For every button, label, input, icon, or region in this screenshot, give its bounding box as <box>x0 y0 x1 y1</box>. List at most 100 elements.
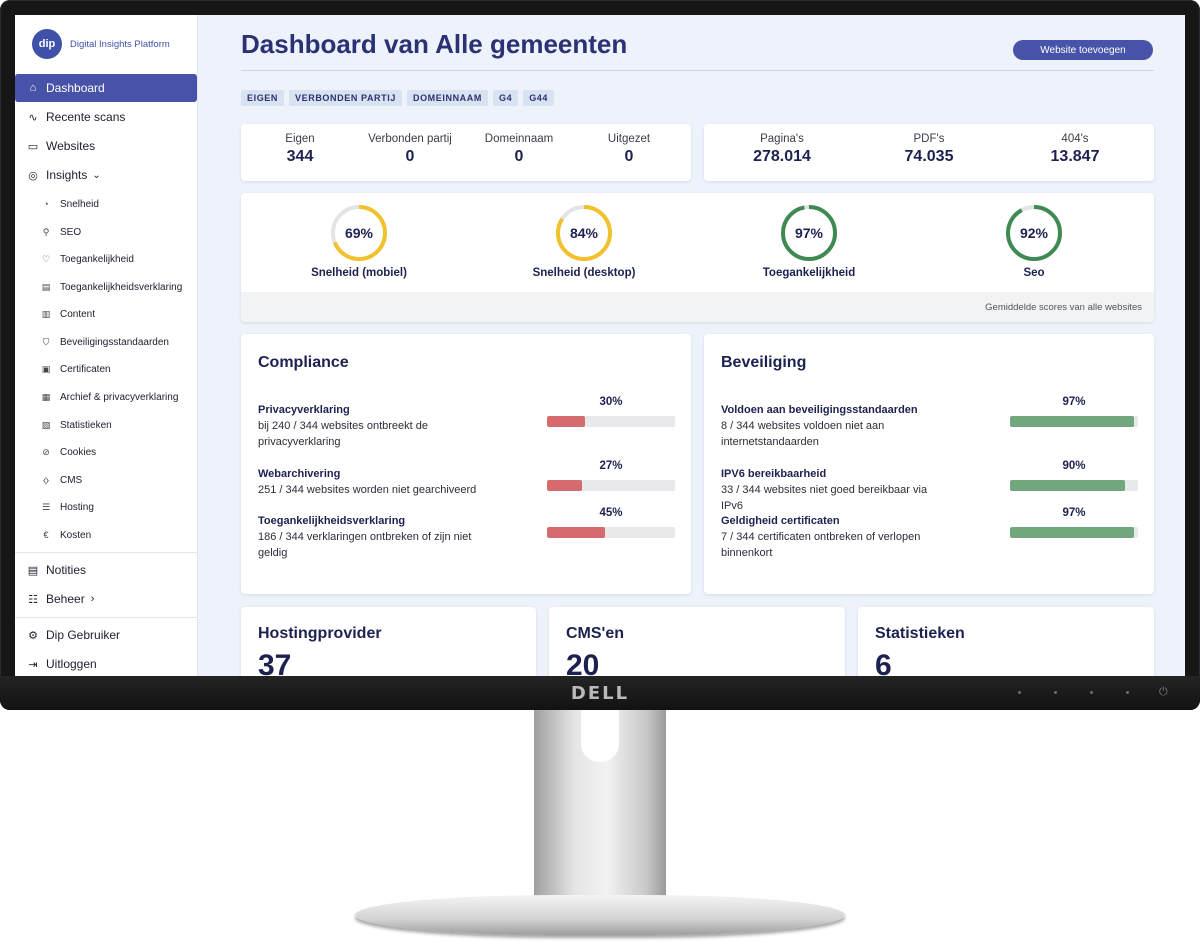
monitor-button-indicator <box>1126 691 1129 694</box>
power-icon: ⏻ <box>1159 686 1168 698</box>
stat-label: Eigen <box>285 133 315 145</box>
security-metric: Geldigheid certificaten 7 / 344 certific… <box>721 507 1151 561</box>
code-icon: ⧼⧽ <box>42 474 50 485</box>
sidebar-item-toegankelijkheid[interactable]: ♡ Toegankelijkheid <box>15 248 197 270</box>
tag-domeinnaam[interactable]: DOMEINNAAM <box>406 90 488 106</box>
statistics-card[interactable]: Statistieken 6 <box>858 607 1154 676</box>
sidebar-item-certificaten[interactable]: ▣ Certificaten <box>15 358 197 380</box>
sidebar-item-seo[interactable]: ⚲ SEO <box>15 221 197 243</box>
progress-fill <box>547 527 605 538</box>
sidebar-divider <box>15 617 197 618</box>
sidebar-item-cookies[interactable]: ⊘ Cookies <box>15 441 197 463</box>
euro-icon: € <box>43 530 49 540</box>
tag-eigen[interactable]: EIGEN <box>241 90 285 106</box>
sidebar-item-label: Statistieken <box>60 419 112 431</box>
scores-footer: Gemiddelde scores van alle websites <box>241 292 1154 322</box>
tag-g44[interactable]: G44 <box>523 90 554 106</box>
metric-percent: 45% <box>599 507 623 519</box>
progress-fill <box>1010 527 1135 538</box>
sidebar-item-beveiligingsstandaarden[interactable]: ⛉ Beveiligingsstandaarden <box>15 331 197 353</box>
sidebar-item-logout[interactable]: ⇥ Uitloggen <box>15 650 197 676</box>
sidebar-item-label: Archief & privacyverklaring <box>60 391 179 403</box>
progress-fill <box>547 416 586 427</box>
metric-percent: 97% <box>1062 396 1086 408</box>
shield-icon: ⛉ <box>42 336 50 347</box>
sidebar-item-dashboard[interactable]: ⌂ Dashboard <box>15 74 197 102</box>
monitor-button-indicator <box>1054 691 1057 694</box>
notes-icon: ▤ <box>27 564 39 577</box>
search-icon: ⚲ <box>42 226 50 237</box>
scores-footnote: Gemiddelde scores van alle websites <box>985 302 1142 313</box>
security-title: Beveiliging <box>721 354 807 371</box>
brand-logo: dip <box>32 29 62 59</box>
sidebar-item-label: Toegankelijkheidsverklaring <box>60 281 183 293</box>
activity-icon: ∿ <box>28 111 38 124</box>
score-label: Toegankelijkheid <box>762 267 856 279</box>
sidebar-item-beheer[interactable]: ☷ Beheer › <box>15 585 197 613</box>
score-percent: 92% <box>1020 225 1049 241</box>
stat-eigen: Eigen 344 <box>245 133 355 166</box>
brand[interactable]: dip Digital Insights Platform <box>32 29 170 59</box>
sidebar-item-insights[interactable]: ◎ Insights ⌄ <box>15 161 197 189</box>
score-gauge: 97% Toegankelijkheid <box>729 203 889 279</box>
metric-percent: 90% <box>1062 460 1086 472</box>
chart-icon: ▧ <box>41 419 51 430</box>
sidebar-item-content[interactable]: ▥ Content <box>15 303 197 325</box>
metric-description: 33 / 344 websites niet goed bereikbaar v… <box>721 484 928 512</box>
stat-value: 13.847 <box>1050 148 1100 165</box>
score-gauge: 69% Snelheid (mobiel) <box>279 203 439 279</box>
hosting-provider-card[interactable]: Hostingprovider 37 <box>241 607 536 676</box>
cookie-icon: ⊘ <box>42 446 50 457</box>
sidebar-item-kosten[interactable]: € Kosten <box>15 524 197 546</box>
sidebar-item-hosting[interactable]: ☰ Hosting <box>15 496 197 518</box>
score-ring: 97% <box>781 205 837 261</box>
stat-label: Domeinnaam <box>484 133 554 145</box>
sidebar-item-statistieken[interactable]: ▧ Statistieken <box>15 414 197 436</box>
sidebar-item-user[interactable]: ⚙ Dip Gebruiker <box>15 621 197 649</box>
metric-description: 251 / 344 websites worden niet gearchive… <box>258 484 477 496</box>
sidebar-item-label: Toegankelijkheid <box>60 253 134 265</box>
metric-description: 186 / 344 verklaringen ontbreken of zijn… <box>258 531 472 559</box>
monitor-button-indicator <box>1018 691 1021 694</box>
sidebar-item-toegankelijkheidsverklaring[interactable]: ▤ Toegankelijkheidsverklaring <box>15 276 197 298</box>
screen: dip Digital Insights Platform ⌂ Dashboar… <box>15 15 1185 676</box>
security-metric: Voldoen aan beveiligingsstandaarden 8 / … <box>721 396 1151 450</box>
home-icon: ⌂ <box>29 82 37 94</box>
sidebar-item-label: Hosting <box>60 501 94 513</box>
sidebar-item-snelheid[interactable]: ◔ Snelheid <box>15 193 197 215</box>
stat-value: 344 <box>286 148 314 165</box>
sidebar-item-notities[interactable]: ▤ Notities <box>15 556 197 584</box>
sidebar-item-websites[interactable]: ▭ Websites <box>15 132 197 160</box>
cms-card[interactable]: CMS'en 20 <box>549 607 845 676</box>
compliance-card: Compliance Privacyverklaring bij 240 / 3… <box>241 334 691 594</box>
metric-description: 7 / 344 certificaten ontbreken of verlop… <box>721 531 921 559</box>
metric-description: bij 240 / 344 websites ontbreekt de priv… <box>258 420 429 448</box>
compliance-metric: Webarchivering 251 / 344 websites worden… <box>258 460 688 498</box>
server-icon: ☰ <box>41 501 51 512</box>
security-card: Beveiliging Voldoen aan beveiligingsstan… <box>704 334 1154 594</box>
sidebar-item-archief-privacyverklaring[interactable]: ▦ Archief & privacyverklaring <box>15 386 197 408</box>
score-label: Seo <box>1023 267 1045 279</box>
score-label: Snelheid (desktop) <box>532 267 636 279</box>
page-title: Dashboard van Alle gemeenten <box>241 29 628 59</box>
add-website-button[interactable]: Website toevoegen <box>1013 40 1153 60</box>
tag-g4[interactable]: G4 <box>492 90 519 106</box>
stat-label: 404's <box>1061 133 1089 145</box>
score-percent: 84% <box>570 225 599 241</box>
metric-description: 8 / 344 websites voldoen niet aan intern… <box>721 420 885 448</box>
document-icon: ▥ <box>41 308 51 319</box>
card-title: Statistieken <box>875 625 965 642</box>
stat-uitgezet: Uitgezet 0 <box>574 133 684 166</box>
score-percent: 97% <box>795 225 824 241</box>
archive-icon: ▦ <box>41 391 51 402</box>
sidebar-item-cms[interactable]: ⧼⧽ CMS <box>15 469 197 491</box>
stat-value: 0 <box>514 148 524 165</box>
progress-bar <box>547 527 675 538</box>
progress-bar <box>1010 527 1138 538</box>
score-ring: 92% <box>1006 205 1062 261</box>
sidebar-item-label: Dip Gebruiker <box>46 628 121 642</box>
sidebar-item-recente-scans[interactable]: ∿ Recente scans <box>15 103 197 131</box>
tag-verbonden-partij[interactable]: VERBONDEN PARTIJ <box>289 90 402 106</box>
metric-percent: 97% <box>1062 507 1086 519</box>
stat-domeinnaam: Domeinnaam 0 <box>464 133 574 166</box>
